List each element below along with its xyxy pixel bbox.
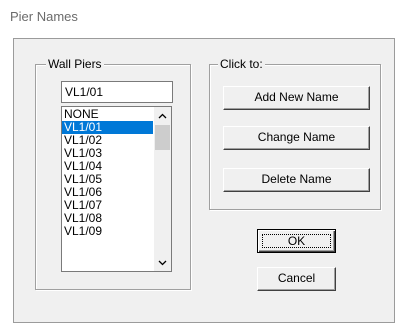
change-name-button[interactable]: Change Name [223, 126, 370, 150]
ok-focus-rect: OK [262, 234, 331, 248]
list-scrollbar[interactable] [154, 107, 171, 271]
chevron-down-icon [158, 260, 167, 265]
add-new-name-button[interactable]: Add New Name [223, 86, 370, 110]
ok-button[interactable]: OK [257, 229, 336, 253]
pier-name-input[interactable]: VL1/01 [61, 81, 173, 103]
scroll-up-button[interactable] [154, 107, 171, 124]
delete-name-button[interactable]: Delete Name [223, 168, 370, 192]
window-title: Pier Names [10, 9, 78, 24]
title-bar[interactable]: Pier Names [0, 0, 409, 38]
wall-piers-list-items: NONE VL1/01 VL1/02 VL1/03 VL1/04 VL1/05 VL1/06… [62, 108, 153, 238]
chevron-up-icon [158, 113, 167, 118]
cancel-button[interactable]: Cancel [257, 267, 336, 291]
wall-piers-list[interactable]: NONE VL1/01 VL1/02 VL1/03 VL1/04 VL1/05 VL1/06… [61, 106, 172, 272]
scroll-thumb[interactable] [155, 125, 170, 150]
ok-button-label: OK [287, 234, 306, 248]
scroll-down-button[interactable] [154, 254, 171, 271]
list-item[interactable]: VL1/09 [62, 225, 153, 238]
pier-names-dialog: Pier Names Wall Piers VL1/01 NONE VL1/01 V… [0, 0, 409, 331]
wall-piers-legend: Wall Piers [46, 57, 104, 71]
click-to-legend: Click to: [218, 57, 265, 71]
